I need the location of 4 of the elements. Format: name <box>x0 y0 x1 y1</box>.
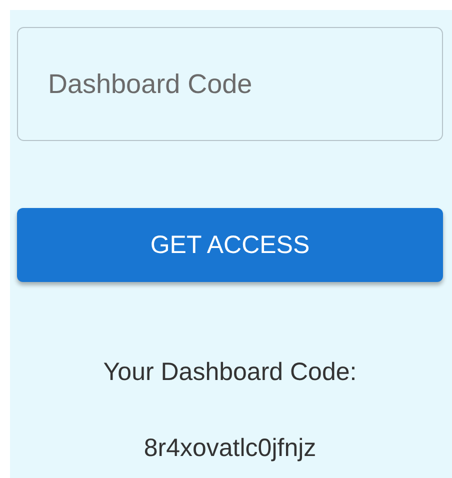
code-value: 8r4xovatlc0jfnjz <box>142 433 318 464</box>
get-access-button[interactable]: GET ACCESS <box>17 208 443 282</box>
code-label: Your Dashboard Code: <box>102 357 358 388</box>
code-field[interactable]: Dashboard Code <box>17 27 443 141</box>
